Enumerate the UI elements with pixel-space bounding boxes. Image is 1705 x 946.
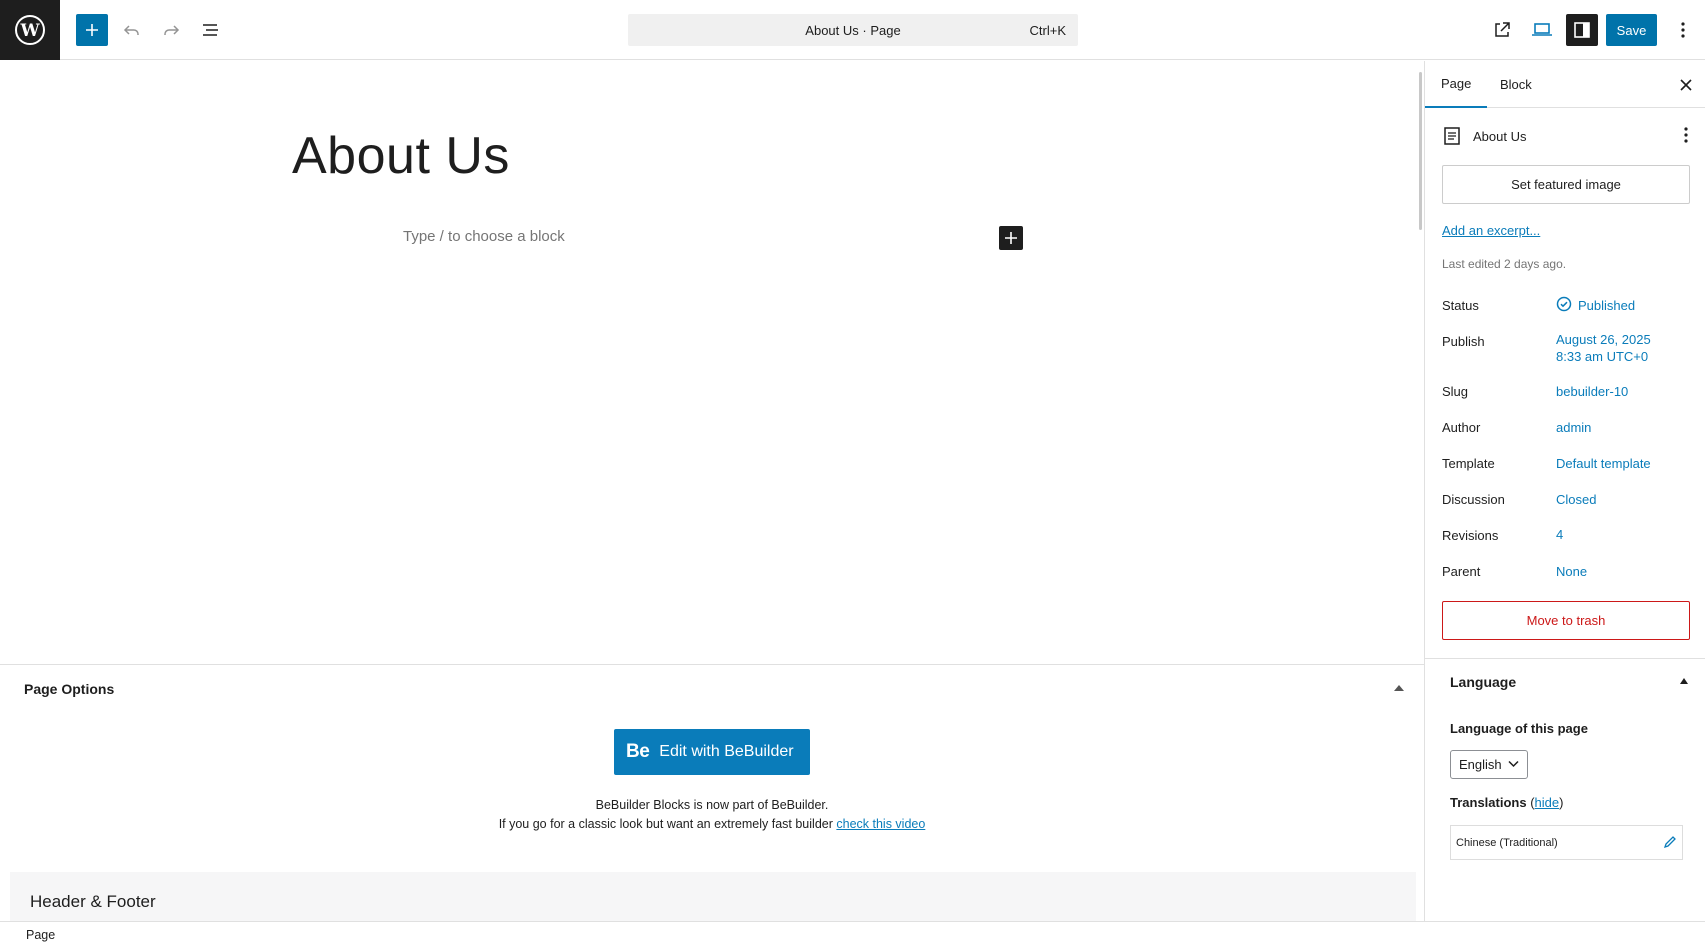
undo-button[interactable] [116, 14, 148, 46]
translations-label-row: Translations (hide) [1450, 795, 1563, 810]
editor-canvas [0, 61, 1424, 664]
language-panel-title[interactable]: Language [1450, 674, 1516, 690]
status-value[interactable]: Published [1578, 298, 1635, 313]
sidebar-document-title: About Us [1473, 129, 1527, 144]
bebuilder-info-line: If you go for a classic look but want an… [0, 817, 1424, 831]
sidebar-tabs: Page Block [1425, 61, 1705, 108]
selected-language: English [1459, 757, 1502, 772]
close-icon [1680, 79, 1692, 91]
inline-add-block-button[interactable] [999, 226, 1023, 250]
add-block-button[interactable] [76, 14, 108, 46]
preview-button[interactable] [1526, 14, 1558, 46]
page-language-label: Language of this page [1450, 721, 1588, 736]
svg-text:W: W [19, 21, 40, 41]
options-menu-button[interactable] [1667, 14, 1699, 46]
revisions-label: Revisions [1442, 528, 1499, 543]
metabox-title: Page Options [24, 681, 115, 697]
bebuilder-button-label: Edit with BeBuilder [659, 743, 794, 760]
status-label: Status [1442, 298, 1479, 313]
close-paren: ) [1559, 795, 1564, 810]
add-excerpt-link[interactable]: Add an excerpt... [1442, 223, 1540, 238]
author-label: Author [1442, 420, 1481, 435]
edit-translation-button[interactable] [1663, 835, 1677, 852]
sidebar-toggle-icon [1574, 22, 1590, 38]
collapse-arrow-icon[interactable] [1680, 678, 1688, 684]
template-value[interactable]: Default template [1556, 456, 1651, 471]
hide-translations-link[interactable]: hide [1535, 795, 1560, 810]
undo-icon [123, 25, 139, 35]
page-options-metabox: Page Options Be Edit with BeBuilder BeBu… [0, 664, 1424, 921]
settings-sidebar-toggle[interactable] [1566, 14, 1598, 46]
page-title[interactable]: About Us [292, 126, 510, 186]
wordpress-logo-icon[interactable]: W [0, 0, 60, 60]
author-value[interactable]: admin [1556, 420, 1591, 435]
save-button[interactable]: Save [1606, 14, 1657, 46]
breadcrumb[interactable]: Page [26, 928, 55, 942]
bebuilder-info-text-2: If you go for a classic look but want an… [498, 817, 833, 831]
chevron-down-icon [1508, 760, 1519, 768]
discussion-label: Discussion [1442, 492, 1505, 507]
sidebar-divider [1425, 658, 1705, 659]
publish-date-value[interactable]: August 26, 2025 [1556, 332, 1651, 347]
collapse-arrow-icon[interactable] [1394, 685, 1404, 691]
tab-block[interactable]: Block [1484, 61, 1548, 108]
bebuilder-logo-icon: Be [626, 741, 650, 762]
keyboard-shortcut: Ctrl+K [1029, 23, 1066, 38]
redo-button[interactable] [155, 14, 187, 46]
header-footer-section: Header & Footer [10, 872, 1416, 921]
language-select[interactable]: English [1450, 750, 1528, 779]
page-document-icon [1443, 126, 1461, 151]
view-page-button[interactable] [1486, 14, 1518, 46]
slug-label: Slug [1442, 384, 1469, 399]
command-palette-bar[interactable]: About Us · Page Ctrl+K [628, 14, 1078, 46]
template-label: Template [1442, 456, 1495, 471]
slug-value[interactable]: bebuilder-10 [1556, 384, 1628, 399]
revisions-value[interactable]: 4 [1556, 527, 1563, 542]
pencil-icon [1663, 836, 1676, 849]
translation-language: Chinese (Traditional) [1456, 836, 1558, 849]
header-footer-title: Header & Footer [30, 892, 156, 911]
more-vertical-icon [1684, 127, 1688, 143]
publish-time-value[interactable]: 8:33 am UTC+0 [1556, 349, 1648, 364]
last-edited-text: Last edited 2 days ago. [1442, 257, 1567, 271]
plus-icon [86, 24, 98, 36]
top-toolbar: W About Us · Page Ctrl+K Save [0, 0, 1705, 60]
plus-icon [1005, 232, 1017, 244]
document-overview-button[interactable] [195, 14, 227, 46]
redo-icon [164, 25, 180, 35]
canvas-scrollbar[interactable] [1419, 72, 1422, 230]
publish-label: Publish [1442, 334, 1485, 349]
tab-page[interactable]: Page [1425, 61, 1488, 108]
set-featured-image-button[interactable]: Set featured image [1442, 165, 1690, 204]
published-check-icon [1556, 296, 1572, 317]
discussion-value[interactable]: Closed [1556, 492, 1596, 507]
close-sidebar-button[interactable] [1674, 73, 1698, 97]
document-title: About Us · Page [805, 23, 901, 38]
editor-footer: Page [0, 921, 1705, 946]
settings-sidebar: Page Block About Us Set featured image A… [1424, 61, 1705, 921]
list-view-icon [203, 24, 218, 36]
translations-label: Translations [1450, 795, 1527, 810]
parent-value[interactable]: None [1556, 564, 1587, 579]
check-video-link[interactable]: check this video [836, 817, 925, 831]
translation-row: Chinese (Traditional) [1450, 825, 1683, 860]
move-to-trash-button[interactable]: Move to trash [1442, 601, 1690, 640]
external-link-icon [1495, 22, 1510, 37]
parent-label: Parent [1442, 564, 1481, 579]
block-placeholder[interactable]: Type / to choose a block [403, 228, 565, 245]
more-vertical-icon [1681, 22, 1685, 38]
bebuilder-info-text: BeBuilder Blocks is now part of BeBuilde… [595, 798, 829, 812]
desktop-view-icon [1532, 23, 1552, 36]
document-actions-button[interactable] [1683, 125, 1689, 150]
edit-with-bebuilder-button[interactable]: Be Edit with BeBuilder [614, 729, 810, 775]
